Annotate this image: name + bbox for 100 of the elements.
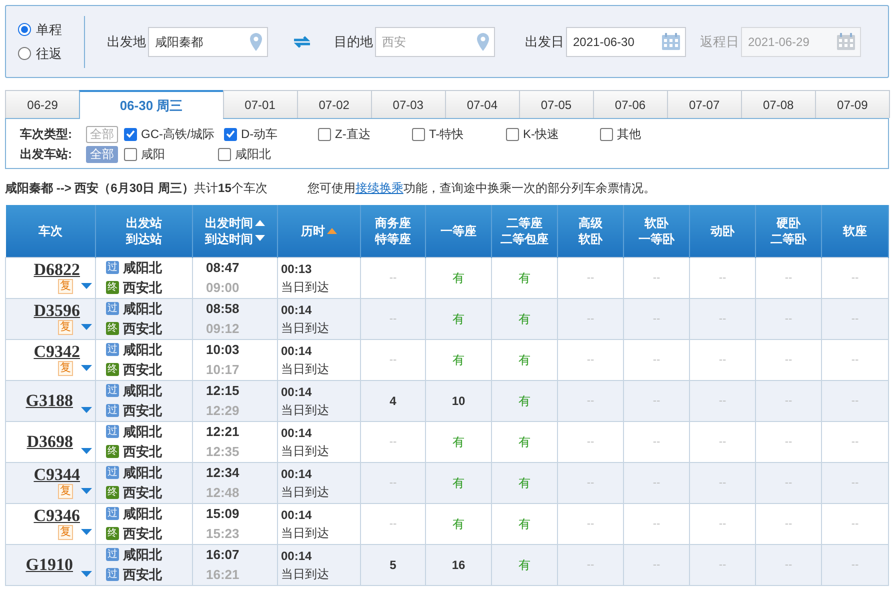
seat-availability: -- (389, 354, 397, 366)
filter-checkbox[interactable]: 咸阳北 (218, 145, 312, 163)
seat-availability: -- (652, 272, 660, 284)
seat-availability: -- (718, 313, 726, 326)
column-header: 软座 (842, 222, 868, 239)
trip-type-radio[interactable]: 单程 (18, 20, 62, 40)
date-tab[interactable]: 06-29 (5, 90, 80, 118)
seat-availability: -- (718, 518, 726, 530)
station-tag: 终 (106, 486, 119, 499)
caret-icon[interactable] (81, 324, 92, 331)
filter-checkbox[interactable]: 咸阳 (124, 145, 218, 163)
train-number-link[interactable]: D3596 (34, 302, 80, 320)
seat-availability: 16 (452, 558, 466, 572)
field-label: 目的地 (334, 32, 373, 51)
departure-time: 12:21 (206, 423, 240, 441)
swap-icon[interactable] (292, 34, 312, 50)
caret-icon[interactable] (81, 365, 92, 372)
filter-checkbox[interactable]: T-特快 (412, 125, 506, 143)
filter-checkbox[interactable]: D-动车 (224, 125, 318, 143)
filter-checkbox[interactable]: K-快速 (506, 125, 600, 143)
station-tag: 过 (106, 343, 119, 356)
date-tab[interactable]: 07-02 (296, 90, 372, 118)
station-tag: 过 (106, 548, 119, 562)
departure-time: 15:09 (206, 505, 240, 523)
checkbox[interactable] (218, 148, 231, 160)
station-tag: 终 (106, 322, 119, 335)
seat-availability: 有 (452, 352, 464, 366)
checkbox[interactable] (224, 128, 237, 140)
seat-availability: 有 (452, 434, 464, 448)
caret-icon[interactable] (81, 570, 92, 578)
field-label: 出发地 (107, 32, 146, 51)
field-label: 出发日 (525, 32, 564, 51)
field-label: 返程日 (700, 32, 739, 51)
caret-icon[interactable] (81, 406, 92, 414)
date-tab[interactable]: 06-30 周三 (79, 90, 224, 119)
date-tab[interactable]: 07-09 (814, 90, 890, 118)
train-number-link[interactable]: C9346 (34, 507, 80, 525)
train-number-link[interactable]: C9344 (34, 466, 80, 484)
caret-icon[interactable] (81, 529, 92, 536)
checkbox[interactable] (506, 128, 519, 140)
duration: 00:14 (281, 302, 313, 318)
arrival-day: 当日到达 (281, 442, 360, 460)
station-name: 西安北 (123, 278, 162, 296)
date-tab[interactable]: 07-07 (666, 90, 742, 118)
checkbox[interactable] (600, 128, 613, 140)
column-header: 出发站 到达站 (124, 214, 163, 247)
seat-availability: -- (851, 436, 859, 448)
transfer-note: 您可使用接续换乘功能，查询途中换乘一次的部分列车余票情况。 (307, 180, 656, 197)
checkbox[interactable] (124, 148, 137, 160)
checkmark-icon (126, 130, 135, 138)
column-header: 软卧 一等卧 (638, 214, 676, 247)
seat-availability: -- (718, 395, 726, 408)
train-number-link[interactable]: D6822 (34, 261, 80, 279)
date-tab[interactable]: 07-03 (370, 90, 446, 118)
checkbox[interactable] (412, 128, 425, 140)
seat-availability: -- (389, 518, 397, 530)
date-tab[interactable]: 07-01 (222, 90, 298, 118)
checkbox[interactable] (124, 128, 137, 140)
seat-availability: -- (652, 313, 660, 326)
arrival-time: 16:21 (206, 566, 240, 584)
station-name: 咸阳北 (123, 546, 162, 564)
date-tab[interactable]: 07-06 (592, 90, 668, 118)
station-tag: 终 (106, 280, 119, 294)
date-tab[interactable]: 07-04 (444, 90, 520, 118)
seat-availability: -- (851, 477, 859, 490)
date-tab[interactable]: 07-05 (518, 90, 594, 118)
seat-availability: -- (718, 354, 726, 366)
filter-label: 车次类型: (20, 126, 73, 143)
filter-checkbox[interactable]: 其他 (600, 125, 694, 143)
station-field[interactable]: 咸阳秦都 (148, 26, 268, 56)
date-field[interactable]: 2021-06-30 (566, 26, 686, 56)
train-number-link[interactable]: C9342 (34, 343, 80, 361)
station-name: 咸阳北 (123, 464, 162, 482)
checkmark-icon (226, 130, 235, 138)
seat-availability: -- (389, 436, 397, 448)
filter-checkbox[interactable]: GC-高铁/城际 (124, 125, 224, 143)
filter-checkbox[interactable]: Z-直达 (318, 125, 412, 143)
fuxing-tag: 复 (58, 361, 73, 376)
arrival-day: 当日到达 (281, 318, 360, 336)
seat-availability: -- (851, 395, 859, 408)
arrival-day: 当日到达 (281, 278, 360, 296)
departure-time: 08:58 (206, 300, 240, 318)
station-name: 咸阳北 (123, 259, 162, 277)
date-tab[interactable]: 07-08 (740, 90, 816, 118)
seat-availability: 有 (518, 352, 530, 366)
departure-time: 08:47 (206, 259, 240, 277)
duration: 00:14 (281, 424, 313, 442)
arrival-day: 当日到达 (281, 400, 360, 418)
seat-availability: -- (851, 354, 859, 366)
trip-type-radio[interactable]: 往返 (18, 44, 62, 63)
caret-icon[interactable] (81, 283, 92, 290)
caret-icon[interactable] (81, 448, 92, 454)
checkbox[interactable] (318, 128, 331, 140)
seat-availability: -- (586, 518, 594, 530)
seat-availability: -- (389, 313, 397, 326)
caret-icon[interactable] (81, 488, 92, 495)
transfer-link[interactable]: 接续换乘 (355, 181, 404, 195)
seat-availability: 10 (452, 394, 466, 408)
seat-availability: -- (652, 395, 660, 408)
arrival-time: 09:12 (206, 320, 240, 338)
